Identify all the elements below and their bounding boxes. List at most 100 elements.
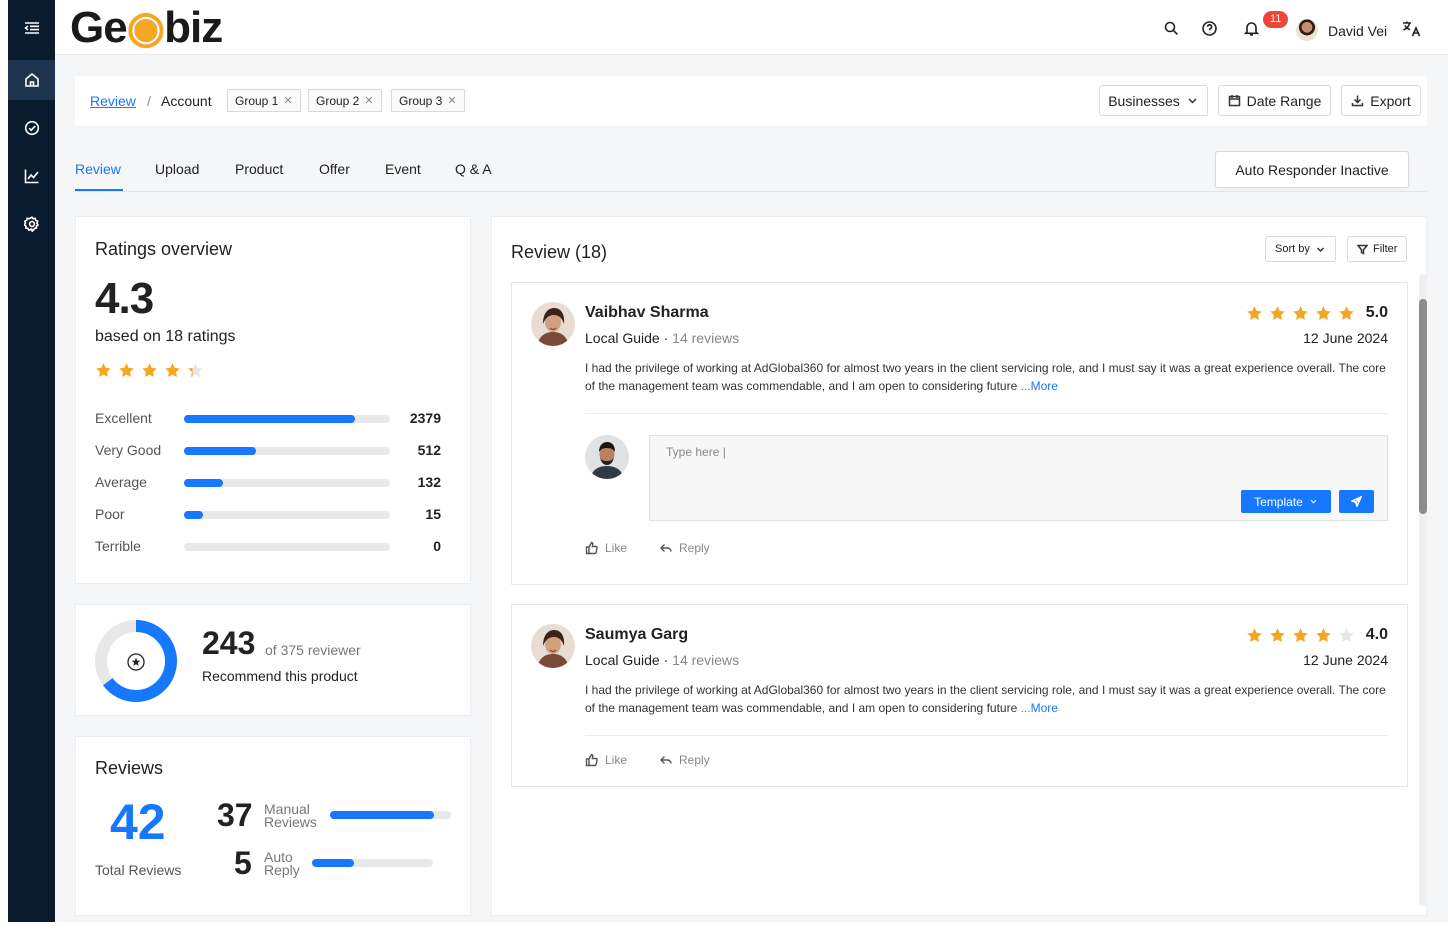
reviewer-avatar	[531, 302, 575, 346]
reviewer-name[interactable]: Vaibhav Sharma	[585, 304, 709, 322]
review-text: I had the privilege of working at AdGlob…	[585, 681, 1390, 717]
review-card: Saumya Garg Local Guide · 14 reviews 4.0…	[511, 604, 1408, 787]
rating-label: Average	[95, 474, 147, 490]
tab-upload[interactable]: Upload	[155, 161, 199, 177]
star-icon	[1293, 628, 1308, 642]
rating-row: Very Good 512	[95, 440, 441, 460]
chart-line-icon[interactable]	[8, 156, 55, 196]
close-icon[interactable]: ✕	[364, 94, 373, 107]
app-frame: Ge◉biz 11 David Vei Review / Account Gro…	[8, 0, 1448, 922]
like-button[interactable]: Like	[585, 541, 627, 555]
tab-product[interactable]: Product	[235, 161, 283, 177]
group-chip[interactable]: Group 2 ✕	[308, 89, 382, 112]
rating-bar	[184, 415, 390, 423]
template-label: Template	[1254, 494, 1303, 509]
filter-icon	[1357, 244, 1368, 255]
menu-collapse-icon[interactable]	[8, 8, 55, 48]
translate-icon[interactable]	[1402, 20, 1422, 37]
review-score: 4.0	[1365, 626, 1388, 643]
rating-bar	[184, 511, 390, 519]
recommend-label: Recommend this product	[202, 668, 358, 684]
user-avatar[interactable]	[1296, 19, 1318, 41]
reply-input[interactable]: Type here |	[666, 445, 726, 459]
geobiz-logo[interactable]: Ge◉biz	[70, 4, 223, 52]
filter-label: Filter	[1373, 243, 1398, 255]
manual-reviews-bar-fill	[330, 811, 435, 819]
recommend-card: 243 of 375 reviewer Recommend this produ…	[75, 604, 471, 716]
bell-icon[interactable]	[1243, 20, 1260, 37]
manual-label-line-2: Reviews	[264, 814, 317, 830]
rating-bar-fill	[184, 415, 355, 423]
reviews-summary-card: Reviews 42 Total Reviews 37 Manual Revie…	[75, 736, 471, 916]
star-icon	[1293, 306, 1308, 320]
tab-event[interactable]: Event	[385, 161, 421, 177]
rating-count: 2379	[409, 410, 441, 426]
reply-button[interactable]: Reply	[659, 753, 710, 767]
user-name[interactable]: David Vei	[1328, 23, 1387, 39]
tab-qa[interactable]: Q & A	[455, 161, 492, 177]
reviews-summary-title: Reviews	[95, 758, 164, 778]
review-body: I had the privilege of working at AdGlob…	[585, 361, 1386, 393]
home-icon[interactable]	[8, 60, 55, 100]
help-icon[interactable]	[1201, 20, 1218, 37]
manual-reviews-bar	[330, 811, 451, 819]
search-icon[interactable]	[1163, 20, 1180, 37]
star-icon	[1339, 306, 1354, 320]
sort-by-dropdown[interactable]: Sort by	[1265, 236, 1336, 262]
like-button[interactable]: Like	[585, 753, 627, 767]
based-on-text: based on 18 ratings	[95, 328, 236, 345]
like-label: Like	[605, 541, 628, 555]
tab-offer[interactable]: Offer	[319, 161, 350, 177]
rating-row: Terrible 0	[95, 536, 441, 556]
review-body: I had the privilege of working at AdGlob…	[585, 683, 1386, 715]
chevron-down-icon	[1316, 246, 1324, 252]
sort-by-label: Sort by	[1275, 243, 1310, 255]
rating-count: 0	[433, 538, 441, 554]
review-more-link[interactable]: ...More	[1021, 379, 1058, 393]
group-chip[interactable]: Group 1 ✕	[227, 89, 301, 112]
gear-icon[interactable]	[8, 204, 55, 244]
check-circle-icon[interactable]	[8, 108, 55, 148]
ratings-overview-card: Ratings overview 4.3 based on 18 ratings…	[75, 216, 471, 584]
rating-label: Excellent	[95, 410, 152, 426]
breadcrumb-review-link[interactable]: Review	[90, 93, 136, 109]
review-star-rating	[1246, 305, 1355, 322]
star-icon	[1339, 628, 1354, 642]
rating-bar-fill	[184, 511, 203, 519]
close-icon[interactable]: ✕	[283, 94, 292, 107]
reply-button[interactable]: Reply	[659, 541, 710, 555]
reply-label: Reply	[679, 541, 710, 555]
thumbs-up-icon	[585, 753, 598, 767]
reply-box[interactable]: Type here | Template	[649, 435, 1388, 521]
send-button[interactable]	[1339, 490, 1374, 513]
businesses-dropdown[interactable]: Businesses	[1099, 85, 1208, 116]
local-guide-label: Local Guide	[585, 330, 660, 346]
review-list-panel: Review (18) Sort by Filter Vaibhav Sharm…	[491, 216, 1427, 916]
reviewer-name[interactable]: Saumya Garg	[585, 626, 688, 644]
total-reviews-label: Total Reviews	[95, 862, 182, 878]
tab-bar: Review Upload Product Offer Event Q & A …	[75, 150, 1427, 192]
filter-button[interactable]: Filter	[1347, 236, 1408, 262]
manual-reviews-label: Manual Reviews	[264, 802, 317, 830]
review-list-scrollbar[interactable]	[1419, 274, 1427, 906]
template-button[interactable]: Template	[1241, 490, 1331, 513]
replier-avatar	[585, 435, 629, 479]
close-icon[interactable]: ✕	[447, 94, 456, 107]
date-range-button[interactable]: Date Range	[1218, 85, 1331, 116]
group-chip[interactable]: Group 3 ✕	[391, 89, 465, 112]
auto-responder-button[interactable]: Auto Responder Inactive	[1215, 151, 1409, 188]
rating-bar-fill	[184, 447, 257, 455]
export-button[interactable]: Export	[1341, 85, 1421, 116]
tab-review[interactable]: Review	[75, 161, 121, 177]
divider	[585, 413, 1388, 414]
scrollbar-thumb[interactable]	[1419, 299, 1427, 514]
review-more-link[interactable]: ...More	[1021, 701, 1058, 715]
thumbs-up-icon	[585, 541, 598, 555]
active-tab-indicator	[75, 189, 123, 191]
average-rating: 4.3	[95, 274, 154, 323]
rating-count: 15	[425, 506, 441, 522]
rating-count: 512	[417, 442, 441, 458]
reply-icon	[660, 544, 672, 552]
businesses-label: Businesses	[1108, 92, 1180, 109]
review-date: 12 June 2024	[1303, 652, 1388, 668]
